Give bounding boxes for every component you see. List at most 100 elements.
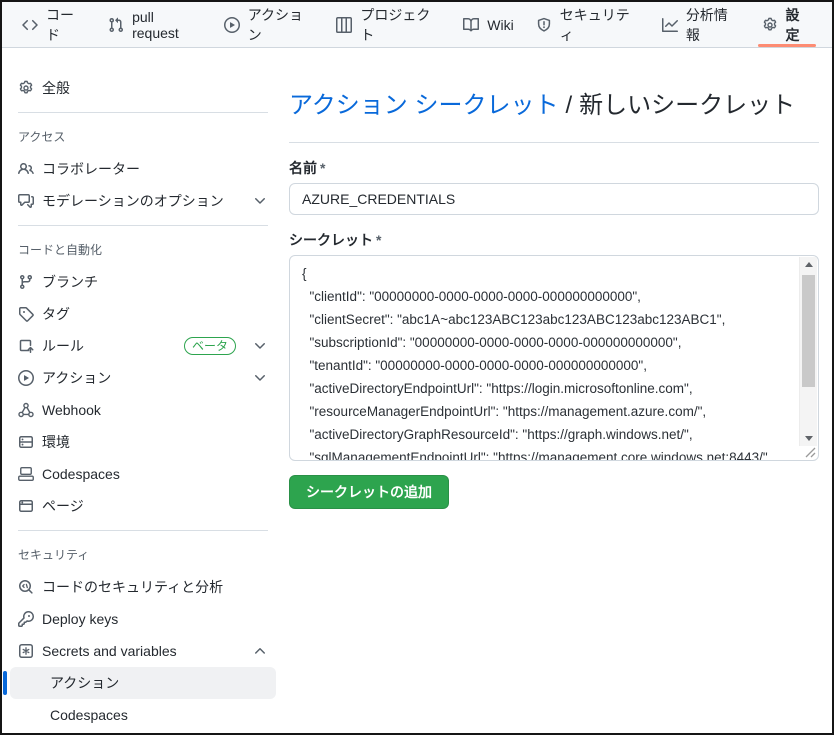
- comment-discussion-icon: [18, 193, 34, 209]
- main-content: アクション シークレット / 新しいシークレット 名前* シークレット* { "cl…: [284, 48, 832, 733]
- sidebar-item-label: Secrets and variables: [42, 643, 177, 659]
- scrollbar-thumb[interactable]: [802, 275, 815, 387]
- sidebar-divider: [18, 225, 268, 226]
- tab-label: セキュリティ: [560, 5, 640, 45]
- sidebar-item-branches[interactable]: ブランチ: [10, 266, 276, 298]
- app-window: コード pull request アクション プロジェクト Wiki セキュリテ…: [0, 0, 834, 735]
- play-icon: [18, 370, 34, 386]
- tab-actions[interactable]: アクション: [216, 2, 323, 47]
- book-icon: [463, 17, 479, 33]
- tab-code[interactable]: コード: [14, 2, 94, 47]
- chevron-down-icon: [252, 338, 268, 354]
- tab-label: 分析情報: [686, 5, 740, 45]
- sidebar-item-label: アクション: [42, 368, 111, 388]
- scrollbar-up-arrow[interactable]: [800, 257, 817, 272]
- tab-label: Wiki: [487, 17, 513, 33]
- sidebar-item-label: コードのセキュリティと分析: [42, 577, 223, 597]
- sidebar-item-codespaces[interactable]: Codespaces: [10, 458, 276, 490]
- tab-label: pull request: [132, 9, 202, 41]
- tab-projects[interactable]: プロジェクト: [328, 2, 449, 47]
- sidebar-item-pages[interactable]: ページ: [10, 490, 276, 522]
- graph-icon: [662, 17, 678, 33]
- tab-wiki[interactable]: Wiki: [455, 2, 521, 47]
- beta-badge: ベータ: [184, 337, 236, 355]
- server-icon: [18, 434, 34, 450]
- chevron-up-icon: [252, 643, 268, 659]
- tag-icon: [18, 306, 34, 322]
- sidebar-item-label: ページ: [42, 496, 84, 516]
- tab-label: コード: [46, 5, 86, 45]
- people-icon: [18, 161, 34, 177]
- page-title: アクション シークレット / 新しいシークレット: [289, 90, 819, 122]
- sidebar-item-tags[interactable]: タグ: [10, 298, 276, 330]
- sidebar-item-code-security[interactable]: コードのセキュリティと分析: [10, 571, 276, 603]
- sidebar-item-secrets-and-variables[interactable]: Secrets and variables: [10, 635, 276, 667]
- gear-icon: [762, 17, 778, 33]
- add-secret-button[interactable]: シークレットの追加: [289, 475, 449, 509]
- codespaces-icon: [18, 466, 34, 482]
- sidebar-divider: [18, 530, 268, 531]
- required-asterisk: *: [320, 160, 325, 176]
- sidebar-item-label: 環境: [42, 432, 70, 452]
- sidebar-item-webhooks[interactable]: Webhook: [10, 394, 276, 426]
- sidebar-item-label: アクション: [50, 673, 119, 693]
- textarea-scrollbar[interactable]: [799, 257, 817, 446]
- name-field-label: 名前*: [289, 158, 819, 178]
- chevron-down-icon: [252, 370, 268, 386]
- sidebar-item-actions[interactable]: アクション: [10, 362, 276, 394]
- codescan-icon: [18, 579, 34, 595]
- secret-field-label: シークレット*: [289, 230, 819, 250]
- tab-label: 設定: [786, 5, 813, 45]
- secret-name-input[interactable]: [289, 183, 819, 215]
- required-asterisk: *: [376, 232, 381, 248]
- heading-divider: [289, 142, 819, 143]
- tab-insights[interactable]: 分析情報: [654, 2, 748, 47]
- sidebar-item-label: Webhook: [42, 402, 101, 418]
- git-branch-icon: [18, 274, 34, 290]
- rules-icon: [18, 338, 34, 354]
- scrollbar-down-arrow[interactable]: [800, 431, 817, 446]
- secret-value-textarea[interactable]: { "clientId": "00000000-0000-0000-0000-0…: [289, 255, 819, 461]
- key-icon: [18, 611, 34, 627]
- actions-secrets-breadcrumb-link[interactable]: アクション シークレット: [289, 92, 558, 119]
- play-icon: [224, 17, 240, 33]
- sidebar-subitem-codespaces-secrets[interactable]: Codespaces: [10, 699, 276, 731]
- sidebar-section-security: セキュリティ: [10, 539, 276, 571]
- tab-security[interactable]: セキュリティ: [528, 2, 648, 47]
- sidebar-item-deploy-keys[interactable]: Deploy keys: [10, 603, 276, 635]
- sidebar-item-label: Codespaces: [50, 707, 128, 723]
- sidebar-item-label: ルール: [42, 336, 84, 356]
- sidebar-item-label: Codespaces: [42, 466, 120, 482]
- breadcrumb-current: 新しいシークレット: [579, 92, 795, 119]
- browser-icon: [18, 498, 34, 514]
- tab-settings[interactable]: 設定: [754, 2, 821, 47]
- webhook-icon: [18, 402, 34, 418]
- shield-icon: [536, 17, 552, 33]
- sidebar-item-environments[interactable]: 環境: [10, 426, 276, 458]
- tab-pull-requests[interactable]: pull request: [100, 2, 210, 47]
- sidebar-item-label: ブランチ: [42, 272, 98, 292]
- settings-sidebar: 全般 アクセス コラボレーター モデレーションのオプション コードと自動化 ブラ…: [2, 48, 284, 733]
- project-icon: [336, 17, 352, 33]
- gear-icon: [18, 80, 34, 96]
- sidebar-divider: [18, 112, 268, 113]
- sidebar-section-code-automation: コードと自動化: [10, 234, 276, 266]
- sidebar-item-rules[interactable]: ルール ベータ: [10, 330, 276, 362]
- tab-label: プロジェクト: [360, 5, 441, 45]
- sidebar-item-label: Deploy keys: [42, 611, 118, 627]
- sidebar-item-label: 全般: [42, 78, 70, 98]
- breadcrumb-separator: /: [565, 92, 572, 119]
- sidebar-item-moderation-options[interactable]: モデレーションのオプション: [10, 185, 276, 217]
- repo-tab-bar: コード pull request アクション プロジェクト Wiki セキュリテ…: [2, 2, 832, 48]
- secret-value-text[interactable]: { "clientId": "00000000-0000-0000-0000-0…: [290, 256, 800, 460]
- sidebar-item-label: コラボレーター: [42, 159, 140, 179]
- sidebar-section-access: アクセス: [10, 121, 276, 153]
- sidebar-item-label: モデレーションのオプション: [42, 191, 224, 211]
- tab-label: アクション: [248, 5, 315, 45]
- sidebar-item-collaborators[interactable]: コラボレーター: [10, 153, 276, 185]
- sidebar-item-general[interactable]: 全般: [10, 72, 276, 104]
- secrets-icon: [18, 643, 34, 659]
- sidebar-item-label: タグ: [42, 304, 70, 324]
- sidebar-subitem-actions-secrets[interactable]: アクション: [10, 667, 276, 699]
- textarea-resize-grip[interactable]: [805, 447, 816, 458]
